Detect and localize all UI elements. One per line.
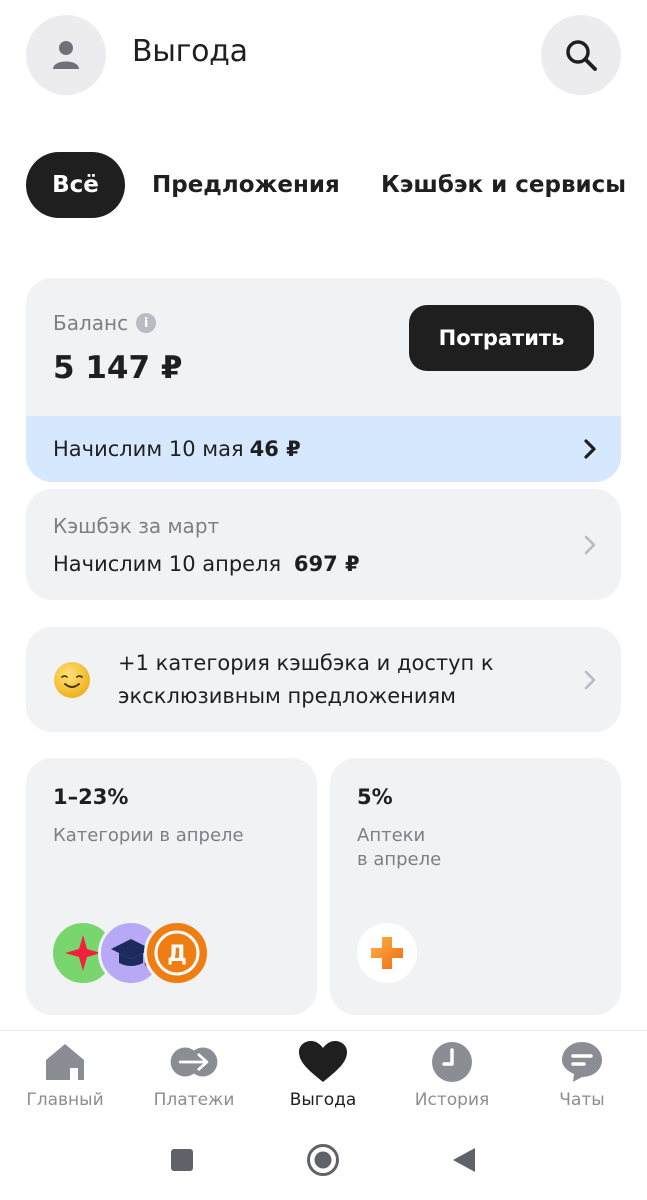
search-icon	[566, 40, 597, 71]
tab-cashback-services[interactable]: Кэшбэк и сервисы	[381, 152, 626, 218]
cashback-title: Кэшбэк за март	[53, 514, 220, 538]
d-brand-icon: Д	[144, 920, 210, 986]
back-triangle-icon	[453, 1148, 475, 1172]
categories-subtitle: Категории в апреле	[53, 825, 244, 846]
back-system-button[interactable]	[444, 1140, 484, 1180]
accrual-row[interactable]: Начислим 10 мая 46 ₽	[26, 416, 621, 482]
nav-item-history[interactable]: История	[397, 1040, 507, 1110]
pharmacy-cross-icon	[354, 920, 420, 986]
balance-card: Баланс i 5 147 ₽ Потратить Начислим 10 м…	[26, 278, 621, 482]
nav-item-payments[interactable]: Платежи	[139, 1040, 249, 1110]
cashback-accrual-text: Начислим 10 апреля	[53, 552, 282, 576]
recents-button[interactable]	[162, 1140, 202, 1180]
accrual-amount: 46 ₽	[249, 437, 301, 461]
nav-label-history: История	[414, 1090, 490, 1110]
nav-label-benefits: Выгода	[289, 1090, 357, 1110]
pharmacy-tile[interactable]: 5% Аптеки в апреле	[330, 758, 621, 1015]
pharmacy-value: 5%	[357, 785, 393, 809]
svg-text:Д: Д	[167, 942, 187, 967]
smiley-icon	[54, 662, 90, 698]
promo-text: +1 категория кэшбэка и доступ к эксклюзи…	[118, 651, 494, 708]
spend-button[interactable]: Потратить	[409, 305, 594, 371]
chevron-right-icon	[584, 535, 596, 554]
cashback-card[interactable]: Кэшбэк за март Начислим 10 апреля 697 ₽	[26, 489, 621, 600]
page-title: Выгода	[132, 34, 248, 69]
cashback-accrual: Начислим 10 апреля 697 ₽	[53, 552, 360, 576]
tab-all[interactable]: Всё	[26, 152, 125, 218]
home-icon	[40, 1040, 90, 1084]
chat-icon	[557, 1040, 607, 1084]
categories-tile[interactable]: 1–23% Категории в апреле Д	[26, 758, 317, 1015]
cashback-accrual-amount: 697 ₽	[293, 552, 360, 576]
payments-arrow-icon	[169, 1040, 219, 1084]
pharmacy-subtitle: Аптеки в апреле	[357, 825, 442, 870]
chevron-right-icon	[584, 670, 596, 689]
nav-label-home: Главный	[26, 1090, 104, 1110]
nav-item-chats[interactable]: Чаты	[527, 1040, 637, 1110]
user-icon	[53, 41, 79, 69]
avatar-button[interactable]	[26, 15, 106, 95]
chevron-right-icon	[584, 439, 596, 459]
categories-value: 1–23%	[53, 785, 129, 809]
balance-label: Баланс	[53, 311, 129, 335]
promo-card[interactable]: +1 категория кэшбэка и доступ к эксклюзи…	[26, 627, 621, 732]
accrual-text: Начислим 10 мая	[53, 437, 244, 461]
nav-item-home[interactable]: Главный	[10, 1040, 120, 1110]
heart-icon	[298, 1040, 348, 1084]
home-system-button[interactable]	[303, 1140, 343, 1180]
nav-label-chats: Чаты	[559, 1090, 605, 1110]
nav-divider	[0, 1030, 647, 1031]
clock-icon	[427, 1040, 477, 1084]
balance-amount: 5 147 ₽	[53, 350, 183, 386]
nav-label-payments: Платежи	[153, 1090, 235, 1110]
search-button[interactable]	[541, 15, 621, 95]
square-icon	[171, 1149, 193, 1171]
circle-home-icon	[307, 1144, 339, 1176]
nav-item-benefits[interactable]: Выгода	[268, 1040, 378, 1110]
tab-offers[interactable]: Предложения	[152, 152, 340, 218]
balance-label-row: Баланс i	[53, 311, 157, 335]
info-icon[interactable]: i	[136, 313, 157, 333]
